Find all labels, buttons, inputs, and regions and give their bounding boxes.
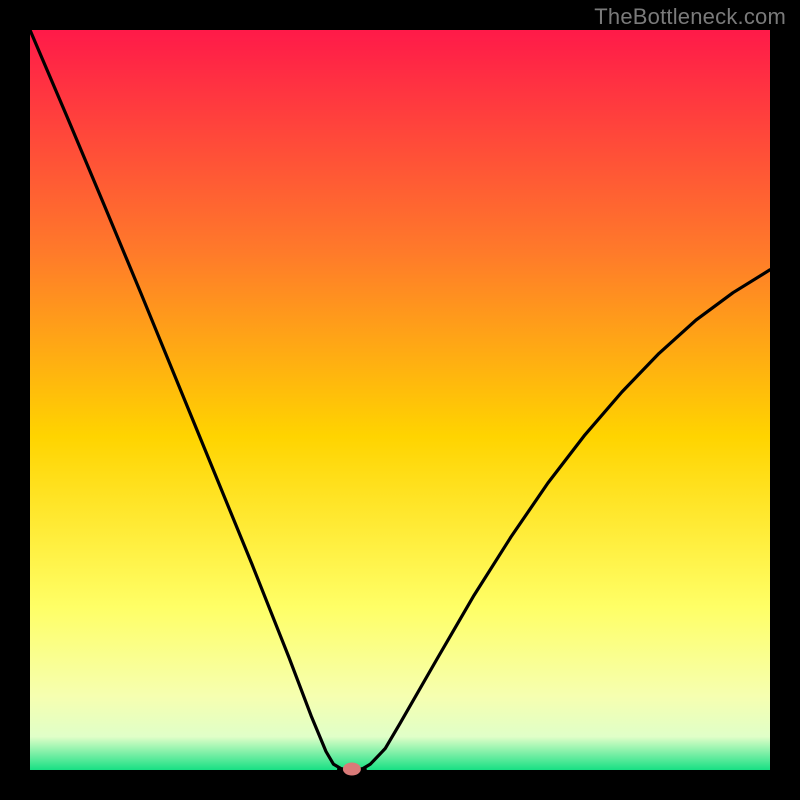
- watermark-text: TheBottleneck.com: [594, 4, 786, 30]
- optimal-point-marker: [343, 763, 361, 776]
- plot-background: [30, 30, 770, 770]
- chart-svg: [0, 0, 800, 800]
- chart-frame: TheBottleneck.com: [0, 0, 800, 800]
